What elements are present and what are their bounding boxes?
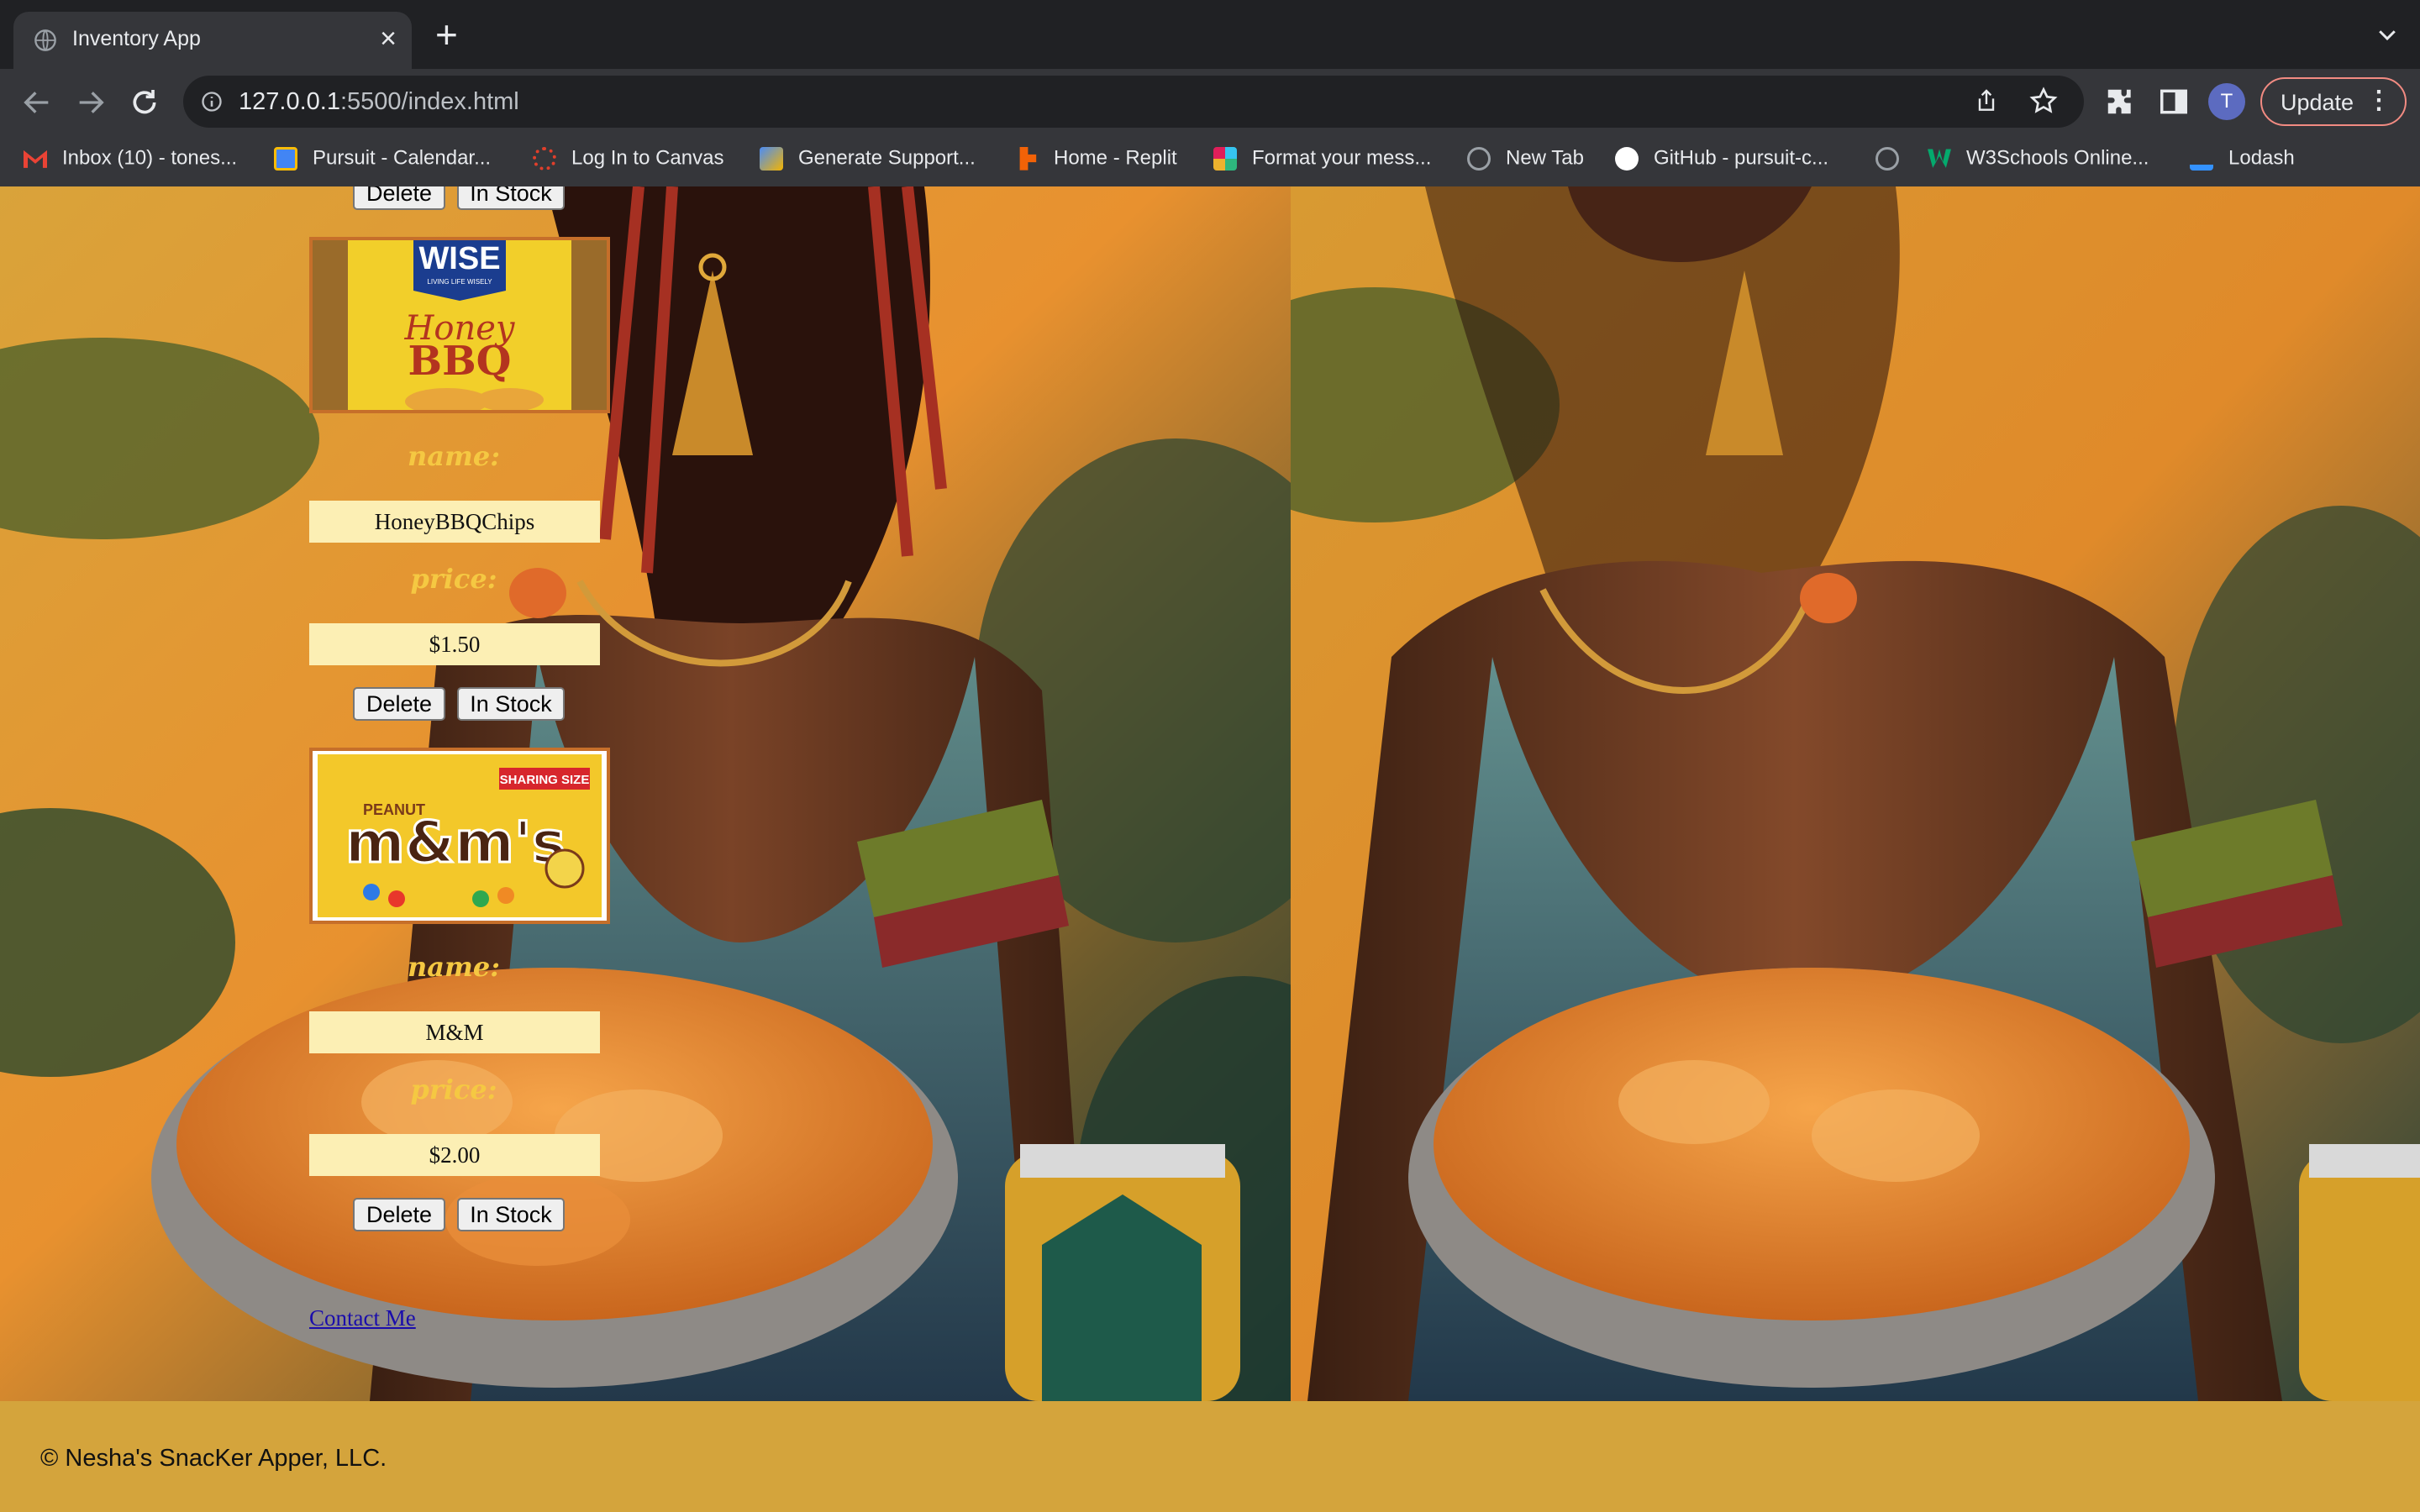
product-price-field[interactable]: $2.00 xyxy=(309,1134,600,1176)
bookmark-slack-format[interactable]: Format your mess... xyxy=(1213,146,1431,175)
url-path: :5500/index.html xyxy=(339,88,519,115)
side-panel-icon[interactable] xyxy=(2158,86,2190,118)
bookmark-replit[interactable]: Home - Replit xyxy=(1015,146,1177,175)
delete-button[interactable]: Delete xyxy=(353,687,445,721)
bookmarks-bar: Inbox (10) - tones... Pursuit - Calendar… xyxy=(0,134,2420,187)
update-label: Update xyxy=(2281,90,2354,115)
lodash-icon xyxy=(2190,146,2213,171)
extensions-icon[interactable] xyxy=(2104,86,2136,118)
page-viewport: Delete In Stock WISE LIVING LIFE WISELY … xyxy=(0,186,2420,1512)
background-image-right xyxy=(1291,186,2420,1401)
bookmark-globe[interactable] xyxy=(1876,146,1914,175)
product-name-field[interactable]: HoneyBBQChips xyxy=(309,501,600,543)
more-menu-icon[interactable]: ⋮ xyxy=(2366,86,2391,115)
bookmark-star-icon[interactable] xyxy=(2028,86,2059,116)
product-image-mms: SHARING SIZE PEANUT m&m's xyxy=(309,748,610,924)
name-label: name: xyxy=(407,951,501,983)
product-actions-honey-bbq: Delete In Stock xyxy=(353,687,565,721)
chevron-down-icon[interactable] xyxy=(2375,22,2400,47)
sharing-size-badge: SHARING SIZE xyxy=(500,773,590,787)
delete-button[interactable]: Delete xyxy=(353,186,445,210)
bookmark-w3schools[interactable]: W3Schools Online... xyxy=(1928,146,2149,175)
bookmark-pursuit-calendar[interactable]: Pursuit - Calendar... xyxy=(274,146,491,175)
brand-tagline: LIVING LIFE WISELY xyxy=(427,278,492,286)
site-info-icon[interactable] xyxy=(200,90,224,113)
browser-toolbar: 127.0.0.1:5500/index.html T Update ⋮ xyxy=(0,69,2420,134)
bookmark-new-tab[interactable]: New Tab xyxy=(1467,146,1584,175)
price-label: price: xyxy=(410,1074,497,1105)
tab-title: Inventory App xyxy=(72,27,201,50)
contact-me-link[interactable]: Contact Me xyxy=(309,1305,416,1331)
product-name-field[interactable]: M&M xyxy=(309,1011,600,1053)
calendar-icon xyxy=(274,146,297,171)
update-button[interactable]: Update ⋮ xyxy=(2260,77,2407,126)
address-bar[interactable]: 127.0.0.1:5500/index.html xyxy=(183,76,2084,128)
product-actions-mms: Delete In Stock xyxy=(353,1198,565,1231)
reload-icon[interactable] xyxy=(128,86,161,119)
gmail-icon xyxy=(24,150,47,168)
globe-icon xyxy=(34,29,56,51)
in-stock-button[interactable]: In Stock xyxy=(457,186,565,210)
delete-button[interactable]: Delete xyxy=(353,1198,445,1231)
price-label: price: xyxy=(410,563,497,595)
name-label: name: xyxy=(407,440,501,472)
w3schools-icon xyxy=(1928,149,1951,168)
in-stock-button[interactable]: In Stock xyxy=(457,1198,565,1231)
globe-icon xyxy=(1467,146,1491,171)
slack-icon xyxy=(1213,146,1237,171)
brand-wise: WISE xyxy=(418,241,500,276)
share-icon[interactable] xyxy=(1973,87,2000,114)
replit-icon xyxy=(1019,146,1037,171)
globe-icon xyxy=(1876,146,1899,171)
in-stock-button[interactable]: In Stock xyxy=(457,687,565,721)
browser-tab[interactable]: Inventory App × xyxy=(13,12,412,69)
brand-mms: m&m's xyxy=(345,810,566,876)
flavor-bbq: BBQ xyxy=(408,338,512,385)
bookmark-github[interactable]: GitHub - pursuit-c... xyxy=(1615,146,1828,175)
url-host: 127.0.0.1 xyxy=(239,88,340,115)
page-footer: © Nesha's SnacKer Apper, LLC. xyxy=(0,1401,2420,1512)
canvas-icon xyxy=(533,146,556,171)
github-icon xyxy=(1615,146,1639,171)
product-price-field[interactable]: $1.50 xyxy=(309,623,600,665)
bookmark-canvas[interactable]: Log In to Canvas xyxy=(533,146,723,175)
back-icon[interactable] xyxy=(20,86,54,119)
bookmark-gmail[interactable]: Inbox (10) - tones... xyxy=(24,146,237,175)
inventory-list: Delete In Stock WISE LIVING LIFE WISELY … xyxy=(0,186,1291,1401)
footer-copyright: © Nesha's SnacKer Apper, LLC. xyxy=(40,1445,387,1472)
bookmark-generate-support[interactable]: Generate Support... xyxy=(760,146,976,175)
new-tab-button[interactable]: + xyxy=(435,15,458,54)
tab-strip: Inventory App × + xyxy=(0,0,2420,69)
generate-icon xyxy=(760,146,783,171)
bookmark-lodash[interactable]: Lodash xyxy=(2190,146,2295,175)
url-text: 127.0.0.1:5500/index.html xyxy=(239,88,519,116)
profile-avatar[interactable]: T xyxy=(2208,83,2245,120)
product-actions-previous: Delete In Stock xyxy=(353,186,565,210)
forward-icon[interactable] xyxy=(74,86,108,119)
close-tab-icon[interactable]: × xyxy=(380,24,397,54)
product-image-honey-bbq: WISE LIVING LIFE WISELY Honey BBQ xyxy=(309,237,610,413)
